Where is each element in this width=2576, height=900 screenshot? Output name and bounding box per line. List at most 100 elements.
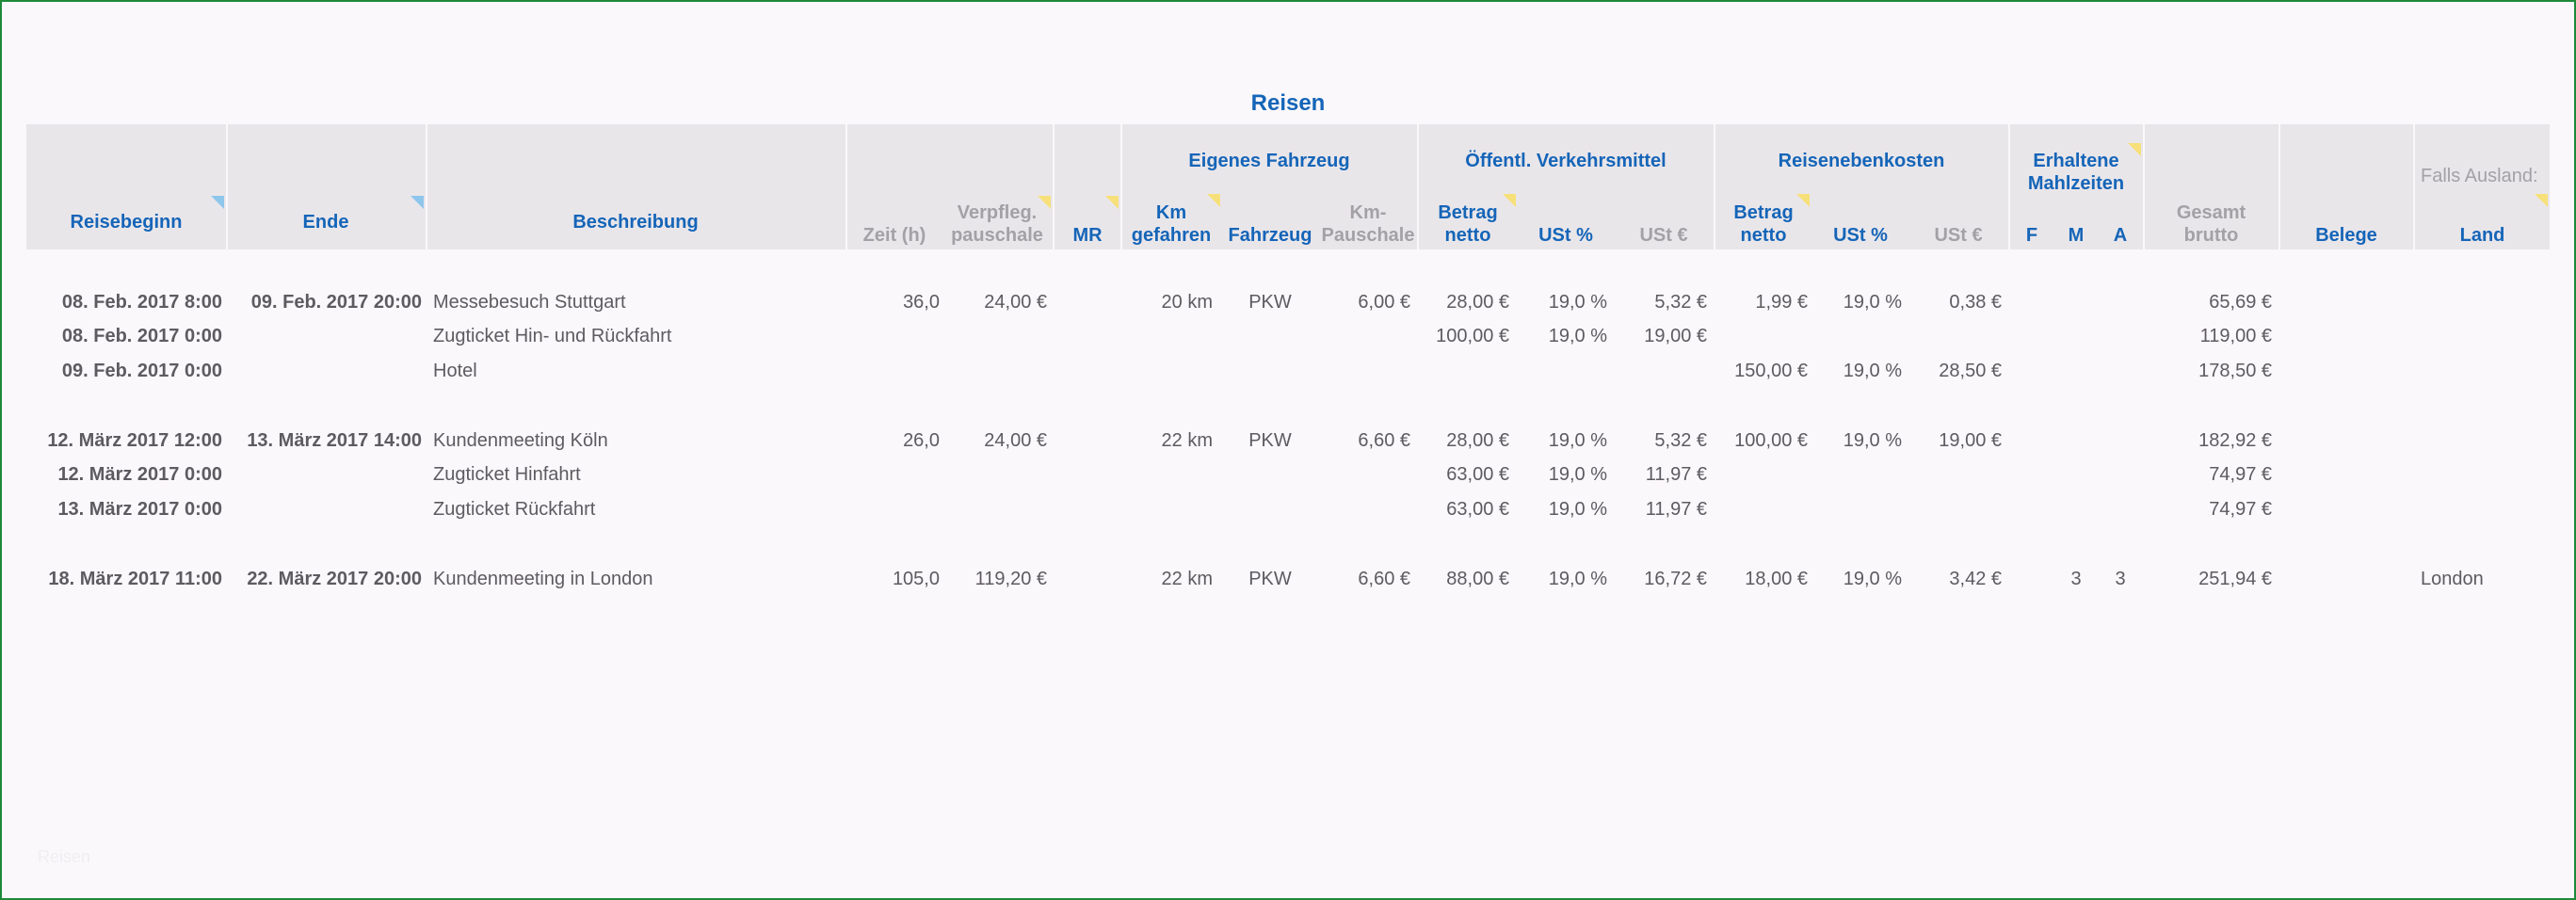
cell-zeit[interactable]: 26,0 (847, 429, 940, 452)
cell-oev-ust[interactable]: 11,97 € (1615, 498, 1707, 521)
col-header-f[interactable]: F (2010, 224, 2053, 247)
cell-start[interactable]: 12. März 2017 0:00 (28, 463, 222, 486)
cell-m[interactable]: 3 (2053, 568, 2099, 590)
cell-km[interactable]: 22 km (1122, 429, 1213, 452)
cell-rnk-betrag[interactable]: 100,00 € (1715, 429, 1808, 452)
cell-start[interactable]: 18. März 2017 11:00 (28, 568, 222, 590)
cell-kmp[interactable]: 6,60 € (1320, 429, 1410, 452)
cell-end[interactable]: 22. März 2017 20:00 (228, 568, 422, 590)
cell-desc[interactable]: Zugticket Rückfahrt (433, 498, 838, 521)
cell-oev-ust-pct[interactable]: 19,0 % (1517, 498, 1607, 521)
cell-start[interactable]: 13. März 2017 0:00 (28, 498, 222, 521)
cell-start[interactable]: 09. Feb. 2017 0:00 (28, 360, 222, 382)
col-header-rnk-ust-eur[interactable]: USt € (1909, 224, 2007, 247)
group-header-erhaltene-2: Mahlzeiten (2027, 173, 2125, 194)
cell-oev-ust[interactable]: 5,32 € (1615, 291, 1707, 313)
cell-verpfl[interactable]: 24,00 € (942, 291, 1047, 313)
col-header-m[interactable]: M (2053, 224, 2099, 247)
cell-end[interactable]: 13. März 2017 14:00 (228, 429, 422, 452)
cell-rnk-ust[interactable]: 19,00 € (1909, 429, 2002, 452)
cell-rnk-ust[interactable]: 0,38 € (1909, 291, 2002, 313)
col-header-oev-ust-pct[interactable]: USt % (1517, 224, 1615, 247)
cell-desc[interactable]: Hotel (433, 360, 838, 382)
col-header-oev-betrag-2[interactable]: netto (1419, 224, 1517, 247)
cell-oev-betrag[interactable]: 88,00 € (1419, 568, 1509, 590)
cell-oev-betrag[interactable]: 63,00 € (1419, 498, 1509, 521)
cell-oev-ust[interactable]: 19,00 € (1615, 325, 1707, 347)
cell-end[interactable]: 09. Feb. 2017 20:00 (228, 291, 422, 313)
cell-rnk-betrag[interactable]: 150,00 € (1715, 360, 1808, 382)
cell-rnk-ust-pct[interactable]: 19,0 % (1811, 360, 1902, 382)
cell-oev-betrag[interactable]: 63,00 € (1419, 463, 1509, 486)
col-header-beschreibung[interactable]: Beschreibung (427, 211, 844, 233)
cell-start[interactable]: 08. Feb. 2017 0:00 (28, 325, 222, 347)
cell-gesamt[interactable]: 251,94 € (2145, 568, 2272, 590)
col-header-zeit[interactable]: Zeit (h) (847, 224, 942, 247)
cell-oev-betrag[interactable]: 28,00 € (1419, 429, 1509, 452)
cell-gesamt[interactable]: 65,69 € (2145, 291, 2272, 313)
cell-oev-betrag[interactable]: 28,00 € (1419, 291, 1509, 313)
cell-fahrzeug[interactable]: PKW (1220, 291, 1320, 313)
cell-rnk-ust[interactable]: 3,42 € (1909, 568, 2002, 590)
cell-rnk-betrag[interactable]: 1,99 € (1715, 291, 1808, 313)
cell-verpfl[interactable]: 24,00 € (942, 429, 1047, 452)
sheet-footnote: Reisen (38, 847, 91, 866)
cell-oev-ust-pct[interactable]: 19,0 % (1517, 463, 1607, 486)
col-header-kmp-2[interactable]: Pauschale (1320, 224, 1416, 247)
cell-oev-ust[interactable]: 16,72 € (1615, 568, 1707, 590)
cell-verpfl[interactable]: 119,20 € (942, 568, 1047, 590)
cell-zeit[interactable]: 36,0 (847, 291, 940, 313)
cell-desc[interactable]: Kundenmeeting in London (433, 568, 838, 590)
col-header-reisebeginn[interactable]: Reisebeginn (28, 211, 224, 233)
cell-oev-ust-pct[interactable]: 19,0 % (1517, 568, 1607, 590)
col-header-gesamt-1[interactable]: Gesamt (2145, 201, 2278, 224)
col-header-fahrzeug[interactable]: Fahrzeug (1220, 224, 1320, 247)
cell-zeit[interactable]: 105,0 (847, 568, 940, 590)
col-header-gesamt-2[interactable]: brutto (2145, 224, 2278, 247)
cell-start[interactable]: 12. März 2017 12:00 (28, 429, 222, 452)
cell-a[interactable]: 3 (2099, 568, 2142, 590)
col-header-land[interactable]: Land (2415, 224, 2550, 247)
cell-rnk-ust-pct[interactable]: 19,0 % (1811, 429, 1902, 452)
cell-oev-ust-pct[interactable]: 19,0 % (1517, 429, 1607, 452)
cell-rnk-ust-pct[interactable]: 19,0 % (1811, 291, 1902, 313)
cell-desc[interactable]: Messebesuch Stuttgart (433, 291, 838, 313)
col-header-a[interactable]: A (2099, 224, 2142, 247)
cell-kmp[interactable]: 6,00 € (1320, 291, 1410, 313)
group-header-oeffentl: Öffentl. Verkehrsmittel (1465, 151, 1666, 171)
col-header-kmp-1[interactable]: Km- (1320, 201, 1416, 224)
cell-gesamt[interactable]: 178,50 € (2145, 360, 2272, 382)
cell-gesamt[interactable]: 74,97 € (2145, 498, 2272, 521)
col-header-rnk-ust-pct[interactable]: USt % (1811, 224, 1909, 247)
col-header-oev-ust-eur[interactable]: USt € (1615, 224, 1713, 247)
cell-oev-ust-pct[interactable]: 19,0 % (1517, 291, 1607, 313)
cell-rnk-betrag[interactable]: 18,00 € (1715, 568, 1808, 590)
col-header-verpfleg-1[interactable]: Verpfleg. (942, 201, 1053, 224)
cell-start[interactable]: 08. Feb. 2017 8:00 (28, 291, 222, 313)
col-header-belege[interactable]: Belege (2280, 224, 2412, 247)
cell-kmp[interactable]: 6,60 € (1320, 568, 1410, 590)
cell-gesamt[interactable]: 119,00 € (2145, 325, 2272, 347)
cell-km[interactable]: 20 km (1122, 291, 1213, 313)
cell-desc[interactable]: Zugticket Hin- und Rückfahrt (433, 325, 838, 347)
cell-km[interactable]: 22 km (1122, 568, 1213, 590)
cell-desc[interactable]: Kundenmeeting Köln (433, 429, 838, 452)
col-header-mr[interactable]: MR (1055, 224, 1120, 247)
cell-oev-ust-pct[interactable]: 19,0 % (1517, 325, 1607, 347)
cell-land[interactable]: London (2421, 568, 2547, 590)
col-header-ende[interactable]: Ende (228, 211, 424, 233)
col-header-rnk-betrag-2[interactable]: netto (1715, 224, 1811, 247)
cell-rnk-ust[interactable]: 28,50 € (1909, 360, 2002, 382)
cell-oev-ust[interactable]: 11,97 € (1615, 463, 1707, 486)
col-header-verpfleg-2[interactable]: pauschale (942, 224, 1053, 247)
cell-fahrzeug[interactable]: PKW (1220, 568, 1320, 590)
col-header-km-2[interactable]: gefahren (1122, 224, 1220, 247)
cell-gesamt[interactable]: 74,97 € (2145, 463, 2272, 486)
cell-rnk-ust-pct[interactable]: 19,0 % (1811, 568, 1902, 590)
cell-desc[interactable]: Zugticket Hinfahrt (433, 463, 838, 486)
cell-oev-ust[interactable]: 5,32 € (1615, 429, 1707, 452)
col-header-km-1[interactable]: Km (1122, 201, 1220, 224)
cell-fahrzeug[interactable]: PKW (1220, 429, 1320, 452)
cell-gesamt[interactable]: 182,92 € (2145, 429, 2272, 452)
cell-oev-betrag[interactable]: 100,00 € (1419, 325, 1509, 347)
